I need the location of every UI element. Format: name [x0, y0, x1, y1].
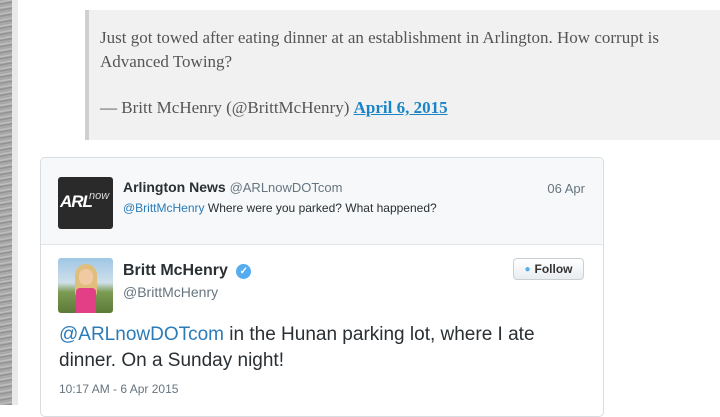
logo-text-sub: now	[89, 190, 110, 202]
follow-button[interactable]: ● Follow	[513, 258, 584, 280]
tweet-text: @ARLnowDOTcom in the Hunan parking lot, …	[59, 322, 589, 374]
avatar-top	[76, 288, 96, 313]
tweet-timestamp[interactable]: 10:17 AM - 6 Apr 2015	[59, 382, 178, 396]
background-edge	[12, 0, 18, 405]
author-name[interactable]: Britt McHenry ✓	[123, 262, 252, 280]
author-name-text: Britt McHenry	[123, 262, 228, 279]
background-texture	[0, 0, 12, 405]
reply-author-handle: @ARLnowDOTcom	[229, 180, 343, 195]
twitter-bird-icon: ●	[524, 263, 531, 275]
reply-author-name: Arlington News	[123, 179, 226, 195]
reply-date[interactable]: 06 Apr	[547, 181, 585, 196]
author-handle[interactable]: @BrittMcHenry	[123, 284, 218, 300]
logo-text: ARL	[60, 192, 93, 211]
avatar-face	[79, 269, 93, 285]
arlnow-logo[interactable]: ARL now	[58, 177, 113, 229]
quoted-tweet-blockquote: Just got towed after eating dinner at an…	[85, 10, 720, 140]
tweet-mention-link[interactable]: @ARLnowDOTcom	[59, 324, 224, 345]
quote-author: — Britt McHenry (@BrittMcHenry)	[100, 98, 350, 117]
embedded-tweet-card: ARL now Arlington News @ARLnowDOTcom 06 …	[40, 157, 604, 417]
follow-label: Follow	[534, 262, 573, 276]
in-reply-to-tweet: ARL now Arlington News @ARLnowDOTcom 06 …	[41, 158, 603, 245]
reply-author[interactable]: Arlington News @ARLnowDOTcom	[123, 179, 342, 195]
quote-text: Just got towed after eating dinner at an…	[100, 28, 659, 71]
reply-text: @BrittMcHenry Where were you parked? Wha…	[123, 201, 437, 215]
quote-attribution: — Britt McHenry (@BrittMcHenry) April 6,…	[100, 96, 700, 120]
reply-mention-link[interactable]: @BrittMcHenry	[123, 201, 205, 215]
reply-body: Where were you parked? What happened?	[204, 201, 437, 215]
verified-badge-icon: ✓	[236, 264, 252, 279]
avatar[interactable]	[58, 258, 113, 313]
quote-date-link[interactable]: April 6, 2015	[354, 98, 448, 117]
